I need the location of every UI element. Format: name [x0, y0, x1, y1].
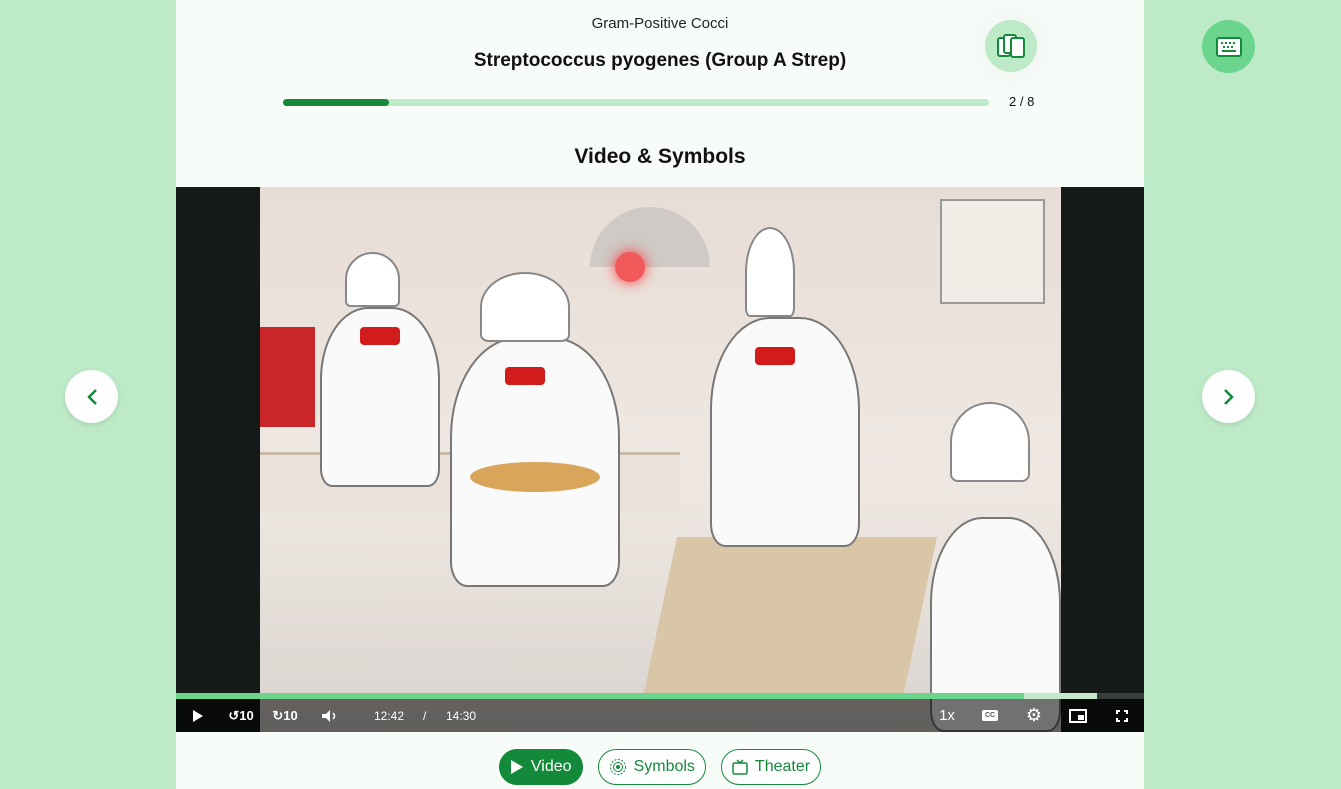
tab-label: Theater — [754, 758, 811, 775]
duration: 14:30 — [446, 708, 477, 723]
keyboard-shortcuts-button[interactable] — [1202, 20, 1255, 73]
content-card: Gram-Positive Cocci Streptococcus pyogen… — [176, 0, 1144, 789]
previous-button[interactable] — [65, 370, 118, 423]
play-icon — [193, 709, 203, 722]
speed-button[interactable]: 1x — [936, 699, 958, 732]
progress-counter: 2 / 8 — [1009, 94, 1035, 109]
chevron-right-icon — [1223, 388, 1234, 405]
cc-icon: CC — [981, 710, 999, 721]
video-frame-illustration — [260, 187, 1061, 732]
tv-icon — [732, 759, 748, 775]
current-time: 12:42 — [374, 708, 405, 723]
settings-button[interactable]: ⚙ — [1024, 699, 1044, 732]
lesson-progress-bar — [283, 99, 989, 106]
captions-button[interactable]: CC — [981, 699, 999, 732]
tab-video[interactable]: Video — [498, 749, 583, 785]
flashcards-button[interactable] — [985, 20, 1037, 72]
tab-label: Video — [530, 758, 572, 775]
volume-button[interactable] — [320, 699, 340, 732]
pip-icon — [1069, 708, 1087, 723]
fullscreen-button[interactable] — [1112, 699, 1132, 732]
tab-theater[interactable]: Theater — [720, 749, 822, 785]
forward-10-button[interactable]: ↻10 — [272, 699, 298, 732]
tab-symbols[interactable]: Symbols — [597, 749, 706, 785]
cards-icon — [997, 34, 1025, 58]
rewind-10-button[interactable]: ↺10 — [228, 699, 254, 732]
rewind-10-icon: ↺10 — [228, 707, 254, 723]
next-button[interactable] — [1202, 370, 1255, 423]
player-controls: ↺10 ↻10 12:42 / 14:30 1x CC ⚙ — [176, 699, 1144, 732]
symbols-icon — [609, 759, 626, 775]
progress-fill — [283, 99, 389, 106]
forward-10-icon: ↻10 — [272, 707, 298, 723]
tab-label: Symbols — [633, 758, 695, 775]
chevron-left-icon — [86, 388, 97, 405]
fullscreen-icon — [1116, 709, 1128, 722]
section-title: Video & Symbols — [574, 145, 746, 168]
video-player[interactable]: ↺10 ↻10 12:42 / 14:30 1x CC ⚙ — [176, 187, 1144, 732]
keyboard-icon — [1215, 36, 1242, 57]
volume-icon — [322, 709, 336, 722]
play-icon — [510, 760, 523, 774]
gear-icon: ⚙ — [1025, 705, 1043, 725]
pip-button[interactable] — [1068, 699, 1088, 732]
time-separator: / — [423, 708, 427, 723]
mode-tabs: Video Symbols Theater — [176, 749, 1144, 785]
play-button[interactable] — [188, 699, 208, 732]
